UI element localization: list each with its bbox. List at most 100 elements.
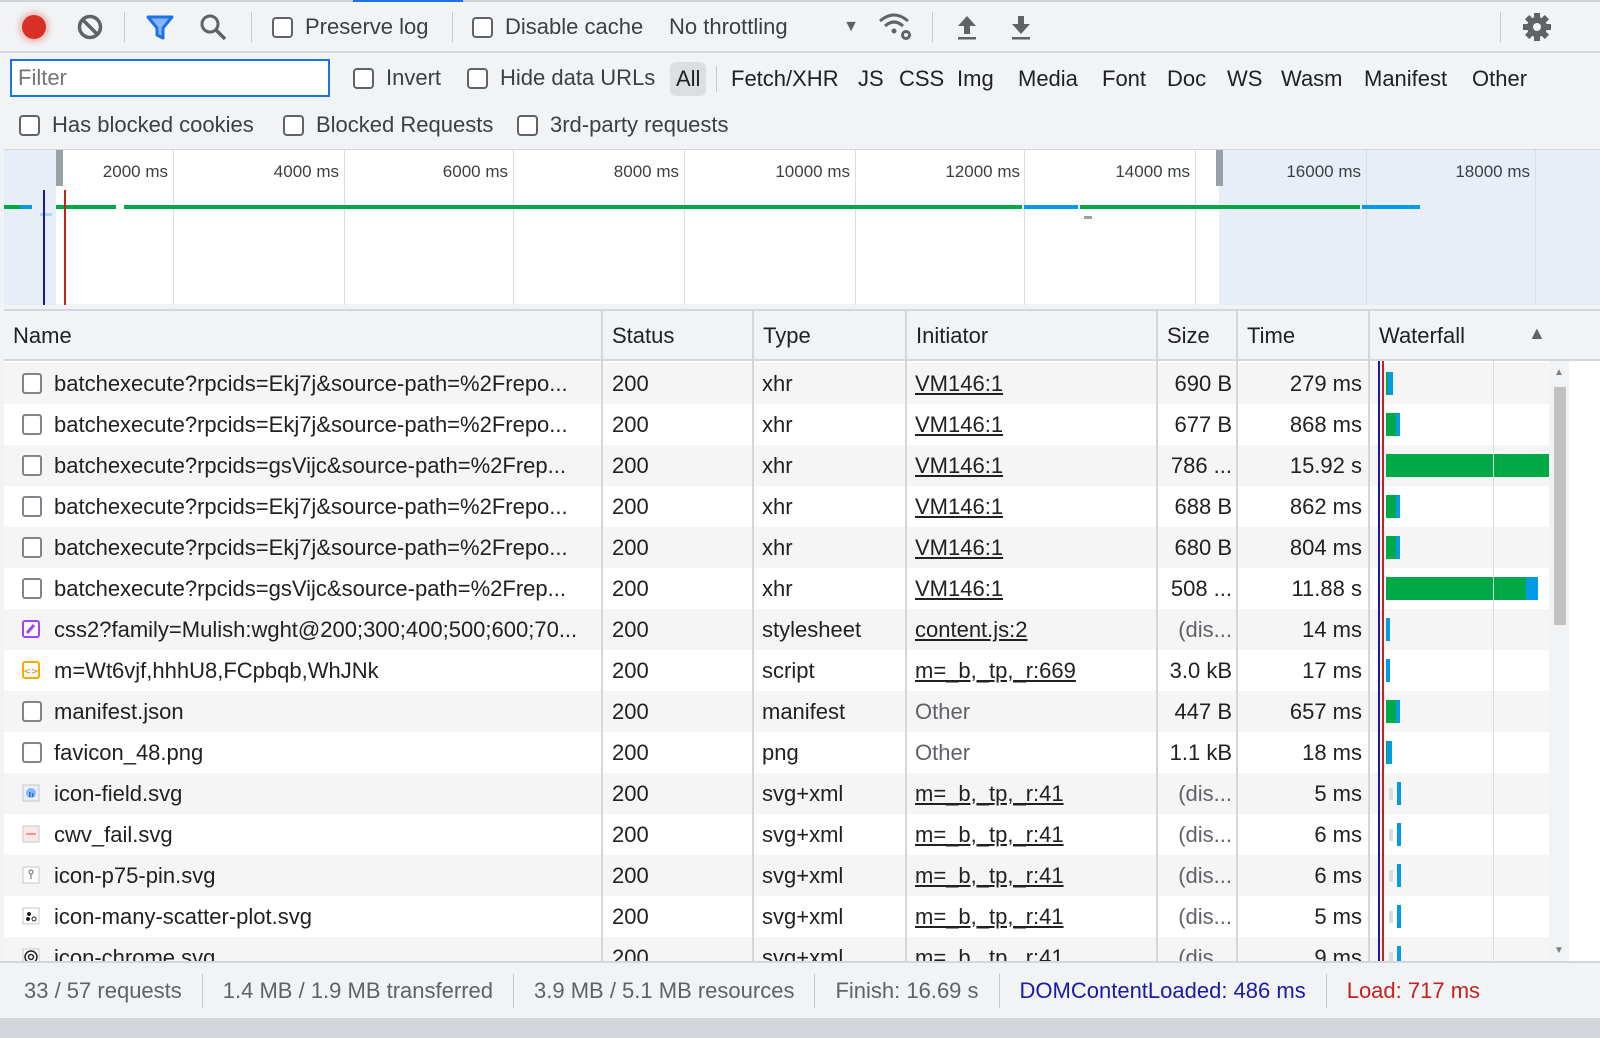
request-time: 868 ms bbox=[1289, 412, 1362, 437]
preserve-log-checkbox[interactable]: Preserve log bbox=[272, 12, 429, 42]
type-filter-js[interactable]: JS bbox=[852, 62, 890, 96]
search-button[interactable] bbox=[197, 11, 229, 43]
waterfall-download-bar bbox=[1396, 413, 1400, 436]
throttling-select[interactable]: No throttling ▼ bbox=[669, 12, 859, 42]
settings-button[interactable] bbox=[1520, 10, 1554, 44]
overview-request-bar bbox=[1084, 216, 1092, 219]
checkbox-box[interactable] bbox=[283, 114, 304, 136]
table-scrollbar[interactable]: ▲ ▼ bbox=[1549, 361, 1569, 961]
has-blocked-cookies-checkbox[interactable]: Has blocked cookies bbox=[19, 110, 254, 140]
type-filter-font[interactable]: Font bbox=[1096, 62, 1152, 96]
type-filter-fetch-xhr[interactable]: Fetch/XHR bbox=[725, 62, 845, 96]
type-filter-ws[interactable]: WS bbox=[1221, 62, 1268, 96]
column-header-type[interactable]: Type bbox=[754, 311, 906, 361]
initiator-link[interactable]: VM146:1 bbox=[915, 445, 1153, 486]
column-divider[interactable] bbox=[752, 311, 754, 961]
checkbox-box[interactable] bbox=[467, 67, 488, 89]
column-divider[interactable] bbox=[1156, 311, 1158, 961]
type-filter-other[interactable]: Other bbox=[1466, 62, 1533, 96]
clear-button[interactable] bbox=[74, 11, 106, 43]
overview-left-handle[interactable] bbox=[56, 150, 63, 186]
image-fail-icon bbox=[22, 825, 42, 845]
column-header-initiator[interactable]: Initiator bbox=[907, 311, 1157, 361]
table-row[interactable]: favicon_48.png 200 png Other 1.1 kB 18 ms bbox=[4, 732, 1549, 773]
waterfall-download-bar bbox=[1388, 372, 1393, 395]
overview-timeline[interactable]: 2000 ms 4000 ms 6000 ms 8000 ms 10000 ms… bbox=[4, 149, 1600, 305]
type-filter-img[interactable]: Img bbox=[951, 62, 1000, 96]
waterfall-download-bar bbox=[1397, 823, 1401, 846]
type-filter-manifest[interactable]: Manifest bbox=[1358, 62, 1453, 96]
filter-input[interactable] bbox=[10, 59, 330, 97]
table-row[interactable]: batchexecute?rpcids=Ekj7j&source-path=%2… bbox=[4, 486, 1549, 527]
request-type: xhr bbox=[762, 535, 793, 560]
type-filter-doc[interactable]: Doc bbox=[1161, 62, 1212, 96]
table-row[interactable]: manifest.json 200 manifest Other 447 B 657 ms bbox=[4, 691, 1549, 732]
type-filter-media[interactable]: Media bbox=[1012, 62, 1084, 96]
checkbox-box[interactable] bbox=[19, 114, 40, 136]
chevron-down-icon: ▼ bbox=[843, 18, 859, 35]
waterfall-waiting-bar bbox=[1386, 495, 1396, 518]
disable-cache-checkbox[interactable]: Disable cache bbox=[472, 12, 643, 42]
column-header-status[interactable]: Status bbox=[603, 311, 753, 361]
table-row[interactable]: batchexecute?rpcids=Ekj7j&source-path=%2… bbox=[4, 363, 1549, 404]
type-filter-css[interactable]: CSS bbox=[893, 62, 950, 96]
document-icon bbox=[22, 701, 42, 722]
column-divider[interactable] bbox=[601, 311, 603, 961]
network-conditions-button[interactable] bbox=[876, 10, 916, 44]
column-header-size[interactable]: Size bbox=[1158, 311, 1236, 361]
filter-toggle-button[interactable] bbox=[143, 11, 177, 43]
overview-right-handle[interactable] bbox=[1216, 150, 1223, 186]
initiator-link[interactable]: VM146:1 bbox=[915, 527, 1153, 568]
table-row[interactable]: cwv_fail.svg 200 svg+xml m=_b,_tp,_r:41 (dis… bbox=[4, 814, 1549, 855]
invert-checkbox[interactable]: Invert bbox=[353, 63, 441, 93]
table-row[interactable]: batchexecute?rpcids=gsVijc&source-path=%… bbox=[4, 568, 1549, 609]
column-header-time[interactable]: Time bbox=[1238, 311, 1368, 361]
request-size: 688 B bbox=[1174, 494, 1233, 519]
type-filter-all[interactable]: All bbox=[670, 62, 707, 96]
initiator-link[interactable]: VM146:1 bbox=[915, 404, 1153, 445]
blocked-requests-checkbox[interactable]: Blocked Requests bbox=[283, 110, 493, 140]
column-divider[interactable] bbox=[905, 311, 907, 961]
checkbox-box[interactable] bbox=[353, 67, 374, 89]
initiator-link[interactable]: content.js:2 bbox=[915, 609, 1153, 650]
column-header-name[interactable]: Name bbox=[4, 311, 602, 361]
checkbox-box[interactable] bbox=[517, 114, 538, 136]
export-har-button[interactable] bbox=[1006, 11, 1036, 43]
initiator-link[interactable]: m=_b,_tp,_r:41 bbox=[915, 896, 1153, 937]
column-divider[interactable] bbox=[1236, 311, 1238, 961]
column-header-waterfall[interactable]: Waterfall bbox=[1370, 311, 1550, 361]
table-row[interactable]: batchexecute?rpcids=gsVijc&source-path=%… bbox=[4, 445, 1552, 486]
table-row[interactable]: icon-many-scatter-plot.svg 200 svg+xml m=_b… bbox=[4, 896, 1549, 937]
scrollbar-thumb[interactable] bbox=[1554, 387, 1566, 625]
record-button[interactable] bbox=[18, 11, 50, 43]
checkbox-box[interactable] bbox=[272, 16, 293, 38]
import-har-button[interactable] bbox=[952, 11, 982, 43]
initiator-link[interactable]: m=_b,_tp,_r:41 bbox=[915, 937, 1153, 961]
initiator-link[interactable]: VM146:1 bbox=[915, 568, 1153, 609]
hide-data-urls-checkbox[interactable]: Hide data URLs bbox=[467, 63, 655, 93]
request-type: svg+xml bbox=[762, 945, 844, 961]
table-row[interactable]: <> m=Wt6vjf,hhhU8,FCpbqb,WhJNk 200 script m=… bbox=[4, 650, 1549, 691]
initiator-link[interactable]: VM146:1 bbox=[915, 363, 1153, 404]
table-row[interactable]: icon-field.svg 200 svg+xml m=_b,_tp,_r:41 (d… bbox=[4, 773, 1549, 814]
scroll-down-icon[interactable]: ▼ bbox=[1554, 945, 1564, 956]
table-row[interactable]: css2?family=Mulish:wght@200;300;400;500;… bbox=[4, 609, 1549, 650]
initiator-link[interactable]: m=_b,_tp,_r:41 bbox=[915, 773, 1153, 814]
third-party-requests-checkbox[interactable]: 3rd-party requests bbox=[517, 110, 729, 140]
type-filter-wasm[interactable]: Wasm bbox=[1275, 62, 1349, 96]
table-row[interactable]: batchexecute?rpcids=Ekj7j&source-path=%2… bbox=[4, 527, 1549, 568]
request-size: 447 B bbox=[1174, 699, 1233, 724]
initiator-link[interactable]: m=_b,_tp,_r:41 bbox=[915, 814, 1153, 855]
checkbox-box[interactable] bbox=[472, 16, 493, 38]
document-icon bbox=[22, 496, 42, 517]
initiator-link[interactable]: m=_b,_tp,_r:669 bbox=[915, 650, 1153, 691]
initiator-link[interactable]: VM146:1 bbox=[915, 486, 1153, 527]
dom-content-loaded-time: DOMContentLoaded: 486 ms bbox=[1000, 973, 1327, 1008]
column-divider[interactable] bbox=[1368, 311, 1370, 961]
scroll-up-icon[interactable]: ▲ bbox=[1554, 367, 1564, 378]
table-row[interactable]: icon-chrome.svg 200 svg+xml m=_b,_tp,_r:41 (… bbox=[4, 937, 1549, 961]
table-row[interactable]: icon-p75-pin.svg 200 svg+xml m=_b,_tp,_r:41… bbox=[4, 855, 1549, 896]
request-size: (dis... bbox=[1178, 904, 1232, 929]
initiator-link[interactable]: m=_b,_tp,_r:41 bbox=[915, 855, 1153, 896]
table-row[interactable]: batchexecute?rpcids=Ekj7j&source-path=%2… bbox=[4, 404, 1549, 445]
